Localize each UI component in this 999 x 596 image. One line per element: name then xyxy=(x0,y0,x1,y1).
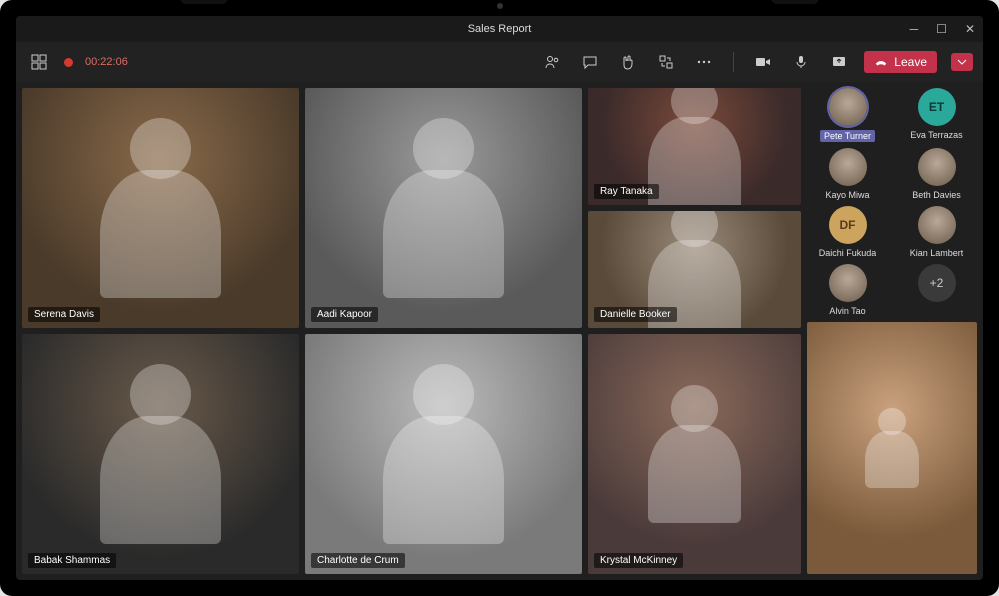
rooms-button[interactable] xyxy=(653,49,679,75)
participant-name-label: Krystal McKinney xyxy=(594,553,683,568)
window-minimize-button[interactable]: ─ xyxy=(910,22,919,36)
camera-toggle-button[interactable] xyxy=(750,49,776,75)
sidebar-participant[interactable]: Alvin Tao xyxy=(807,264,888,316)
avatar-initials: ET xyxy=(918,88,956,126)
participant-name-label: Kayo Miwa xyxy=(825,190,869,200)
meeting-timer: 00:22:06 xyxy=(85,56,128,68)
participant-name-badge: Pete Turner xyxy=(820,130,875,142)
self-preview-tile[interactable] xyxy=(807,322,977,574)
participant-name-label: Ray Tanaka xyxy=(594,184,659,199)
hangup-icon xyxy=(874,55,888,69)
leave-label: Leave xyxy=(894,55,927,69)
window-maximize-button[interactable]: ☐ xyxy=(936,22,947,36)
participant-name-label: Serena Davis xyxy=(28,307,100,322)
participant-name-label: Kian Lambert xyxy=(910,248,964,258)
share-button[interactable] xyxy=(826,49,852,75)
chat-button[interactable] xyxy=(577,49,603,75)
avatar xyxy=(918,206,956,244)
meeting-toolbar: 00:22:06 Leave xyxy=(16,42,983,82)
video-grid: Serena Davis Aadi Kapoor Ray Tanaka Dani… xyxy=(22,88,801,574)
avatar xyxy=(829,88,867,126)
participant-name-label: Eva Terrazas xyxy=(910,130,962,140)
sidebar-participant[interactable]: DF Daichi Fukuda xyxy=(807,206,888,258)
layout-grid-button[interactable] xyxy=(26,49,52,75)
participant-name-label: Babak Shammas xyxy=(28,553,116,568)
participant-name-label: Charlotte de Crum xyxy=(311,553,405,568)
mic-icon xyxy=(793,54,809,70)
video-tile[interactable]: Aadi Kapoor xyxy=(305,88,582,328)
participant-name-label: Alvin Tao xyxy=(829,306,865,316)
avatar-initials: DF xyxy=(829,206,867,244)
sidebar-participant[interactable]: Kian Lambert xyxy=(896,206,977,258)
chevron-down-icon xyxy=(957,57,967,67)
overflow-count: +2 xyxy=(918,264,956,302)
video-tile[interactable]: Charlotte de Crum xyxy=(305,334,582,574)
video-tile[interactable]: Babak Shammas xyxy=(22,334,299,574)
camera-icon xyxy=(755,54,771,70)
breakout-rooms-icon xyxy=(658,54,674,70)
recording-indicator-icon xyxy=(64,58,73,67)
video-tile[interactable]: Ray Tanaka xyxy=(588,88,801,205)
participant-name-label: Danielle Booker xyxy=(594,307,677,322)
leave-button[interactable]: Leave xyxy=(864,51,937,73)
avatar xyxy=(918,148,956,186)
video-tile[interactable]: Danielle Booker xyxy=(588,211,801,328)
avatar xyxy=(829,264,867,302)
participants-sidebar: Pete Turner ET Eva Terrazas Kayo Miwa Bet… xyxy=(807,88,977,574)
sidebar-participant[interactable]: Pete Turner xyxy=(807,88,888,142)
participant-name-label: Daichi Fukuda xyxy=(819,248,877,258)
share-screen-icon xyxy=(831,54,847,70)
grid-icon xyxy=(31,54,47,70)
video-tile[interactable]: Serena Davis xyxy=(22,88,299,328)
reactions-button[interactable] xyxy=(615,49,641,75)
more-actions-button[interactable] xyxy=(691,49,717,75)
window-close-button[interactable]: ✕ xyxy=(965,22,975,36)
mic-toggle-button[interactable] xyxy=(788,49,814,75)
participant-name-label: Beth Davies xyxy=(912,190,961,200)
avatar xyxy=(829,148,867,186)
sidebar-participant[interactable]: ET Eva Terrazas xyxy=(896,88,977,142)
leave-dropdown-button[interactable] xyxy=(951,53,973,71)
raise-hand-icon xyxy=(620,54,636,70)
toolbar-separator xyxy=(733,52,734,72)
video-tile[interactable]: Krystal McKinney xyxy=(588,334,801,574)
overflow-participants-button[interactable]: +2 xyxy=(896,264,977,316)
sidebar-participant[interactable]: Beth Davies xyxy=(896,148,977,200)
people-icon xyxy=(544,54,560,70)
participant-name-label: Aadi Kapoor xyxy=(311,307,378,322)
participants-button[interactable] xyxy=(539,49,565,75)
titlebar: Sales Report ─ ☐ ✕ xyxy=(16,16,983,42)
chat-icon xyxy=(582,54,598,70)
more-icon xyxy=(696,54,712,70)
sidebar-participant[interactable]: Kayo Miwa xyxy=(807,148,888,200)
meeting-title: Sales Report xyxy=(468,23,532,35)
